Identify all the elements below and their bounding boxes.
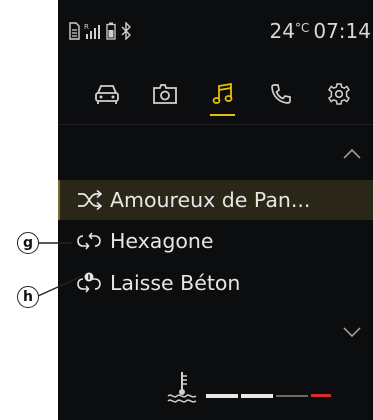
tab-music[interactable] bbox=[198, 74, 247, 116]
callout-g-label: g bbox=[22, 235, 34, 251]
chevron-down-icon bbox=[343, 327, 361, 338]
gauge-segment bbox=[276, 395, 308, 397]
track-title: Laisse Béton bbox=[110, 271, 241, 295]
tab-vehicle[interactable] bbox=[82, 74, 131, 114]
bluetooth-icon bbox=[121, 22, 131, 40]
tab-phone[interactable] bbox=[256, 74, 305, 114]
sim-icon bbox=[69, 22, 80, 40]
status-icons: R bbox=[68, 22, 132, 40]
track-title: Amoureux de Pan... bbox=[110, 188, 311, 212]
gauge-segment bbox=[241, 394, 273, 398]
infotainment-screen: R 24°C 07:14 Amoureux de Pan... Hexagone… bbox=[58, 0, 373, 420]
tab-settings[interactable] bbox=[314, 74, 363, 114]
temperature-unit: °C bbox=[294, 21, 310, 35]
car-icon bbox=[94, 85, 119, 104]
track-title: Hexagone bbox=[110, 229, 214, 253]
status-clock: 24°C 07:14 bbox=[270, 19, 371, 43]
list-item[interactable]: Amoureux de Pan... bbox=[58, 180, 373, 220]
shuffle-icon bbox=[78, 189, 103, 211]
callout-h-label: h bbox=[23, 289, 33, 305]
scroll-up-button[interactable] bbox=[338, 142, 366, 166]
coolant-temperature-gauge bbox=[206, 394, 331, 398]
battery-icon bbox=[106, 22, 116, 40]
svg-text:R: R bbox=[84, 23, 89, 31]
main-tabs bbox=[82, 74, 372, 116]
signal-icon: R bbox=[84, 23, 100, 39]
callout-g: g bbox=[17, 232, 39, 254]
gauge-segment-warning bbox=[311, 394, 331, 397]
callout-g-leader bbox=[38, 242, 72, 244]
list-item[interactable]: Hexagone bbox=[58, 221, 373, 261]
clock-time: 07:14 bbox=[313, 19, 371, 43]
music-note-icon bbox=[212, 82, 232, 104]
callout-h: h bbox=[17, 286, 39, 308]
scroll-down-button[interactable] bbox=[338, 320, 366, 344]
tab-divider bbox=[58, 124, 373, 125]
camera-icon bbox=[152, 84, 177, 104]
repeat-icon bbox=[77, 232, 101, 250]
chevron-up-icon bbox=[343, 148, 361, 159]
tab-camera[interactable] bbox=[140, 74, 189, 114]
gear-icon bbox=[327, 83, 350, 105]
gauge-segment bbox=[206, 394, 238, 398]
coolant-temperature-icon bbox=[167, 372, 197, 403]
phone-icon bbox=[270, 84, 291, 104]
list-item[interactable]: Laisse Béton bbox=[58, 263, 373, 303]
callout-h-leader bbox=[38, 276, 81, 297]
outside-temperature: 24 bbox=[269, 19, 295, 43]
